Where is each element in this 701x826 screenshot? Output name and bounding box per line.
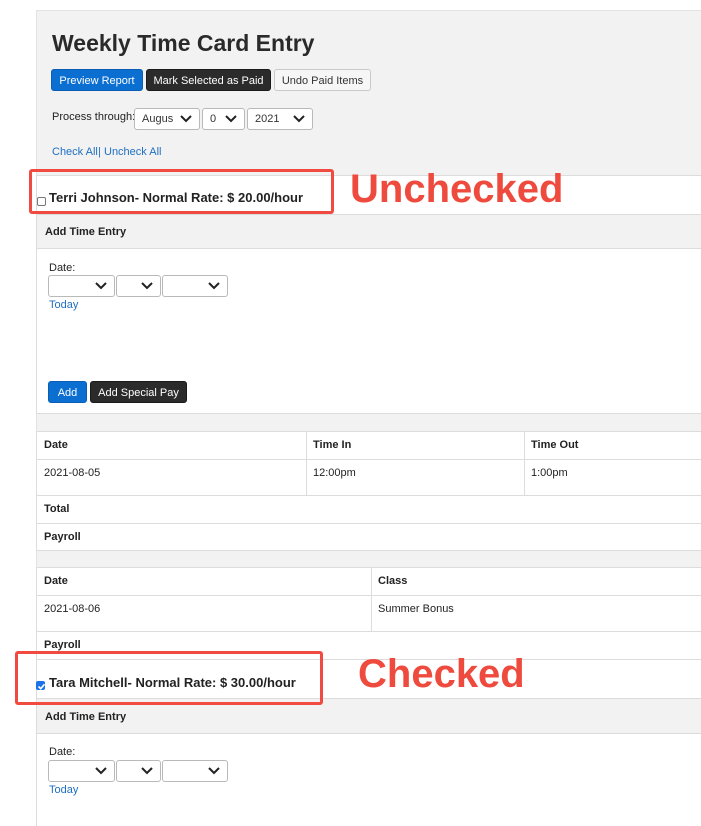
link-separator: | <box>98 146 101 158</box>
entry-day-select[interactable] <box>116 275 161 297</box>
process-through-label: Process through: <box>52 111 136 123</box>
preview-report-button[interactable]: Preview Report <box>51 69 143 91</box>
process-day-select[interactable]: 0 <box>202 108 245 130</box>
annotation-unchecked-label: Unchecked <box>350 167 564 211</box>
entry-day-select[interactable] <box>116 760 161 782</box>
special-pay-table <box>36 567 701 660</box>
time-row-time-out: 1:00pm <box>531 467 568 479</box>
chevron-down-icon <box>293 115 305 123</box>
divider <box>371 568 372 631</box>
divider <box>306 432 307 495</box>
entry-year-select[interactable] <box>162 760 228 782</box>
add-special-pay-button[interactable]: Add Special Pay <box>90 381 187 403</box>
payroll-label: Payroll <box>44 531 81 543</box>
annotation-highlight-unchecked <box>29 169 334 214</box>
special-row-date: 2021-08-06 <box>44 603 101 615</box>
today-link[interactable]: Today <box>49 784 78 796</box>
undo-paid-button[interactable]: Undo Paid Items <box>274 69 371 91</box>
add-time-entry-title: Add Time Entry <box>45 226 127 238</box>
chevron-down-icon <box>208 767 220 775</box>
table-header-date: Date <box>44 439 68 451</box>
divider <box>37 595 701 596</box>
process-year-value: 2021 <box>255 113 280 125</box>
annotation-checked-label: Checked <box>358 652 525 696</box>
chevron-down-icon <box>95 282 107 290</box>
page-title: Weekly Time Card Entry <box>52 30 315 56</box>
chevron-down-icon <box>225 115 237 123</box>
time-row-time-in: 12:00pm <box>313 467 356 479</box>
process-day-value: 0 <box>210 113 217 125</box>
add-time-entry-header: Add Time Entry <box>37 214 701 249</box>
total-label: Total <box>44 503 70 515</box>
date-label: Date: <box>49 746 76 758</box>
chevron-down-icon <box>141 767 153 775</box>
divider <box>37 631 701 632</box>
special-header-date: Date <box>44 575 68 587</box>
table-header-time-in: Time In <box>313 439 352 451</box>
check-all-link[interactable]: Check All <box>52 146 98 158</box>
chevron-down-icon <box>180 115 192 123</box>
uncheck-all-link[interactable]: Uncheck All <box>104 146 161 158</box>
entry-month-select[interactable] <box>48 275 115 297</box>
annotation-highlight-checked <box>15 651 323 705</box>
chevron-down-icon <box>141 282 153 290</box>
process-month-value: Augus <box>142 113 174 125</box>
special-payroll-label: Payroll <box>44 639 81 651</box>
divider <box>37 459 701 460</box>
chevron-down-icon <box>208 282 220 290</box>
process-month-select[interactable]: Augus <box>134 108 200 130</box>
divider <box>524 432 525 495</box>
special-row-class: Summer Bonus <box>378 603 454 615</box>
add-time-entry-title: Add Time Entry <box>45 711 127 723</box>
table-header-time-out: Time Out <box>531 439 579 451</box>
add-button[interactable]: Add <box>48 381 87 403</box>
mark-selected-paid-button[interactable]: Mark Selected as Paid <box>146 69 271 91</box>
process-year-select[interactable]: 2021 <box>247 108 313 130</box>
time-entries-table <box>36 431 701 551</box>
special-header-class: Class <box>378 575 408 587</box>
entry-year-select[interactable] <box>162 275 228 297</box>
date-label: Date: <box>49 262 76 274</box>
divider <box>37 523 701 524</box>
today-link[interactable]: Today <box>49 299 78 311</box>
chevron-down-icon <box>95 767 107 775</box>
entry-month-select[interactable] <box>48 760 115 782</box>
time-row-date: 2021-08-05 <box>44 467 101 479</box>
divider <box>37 495 701 496</box>
